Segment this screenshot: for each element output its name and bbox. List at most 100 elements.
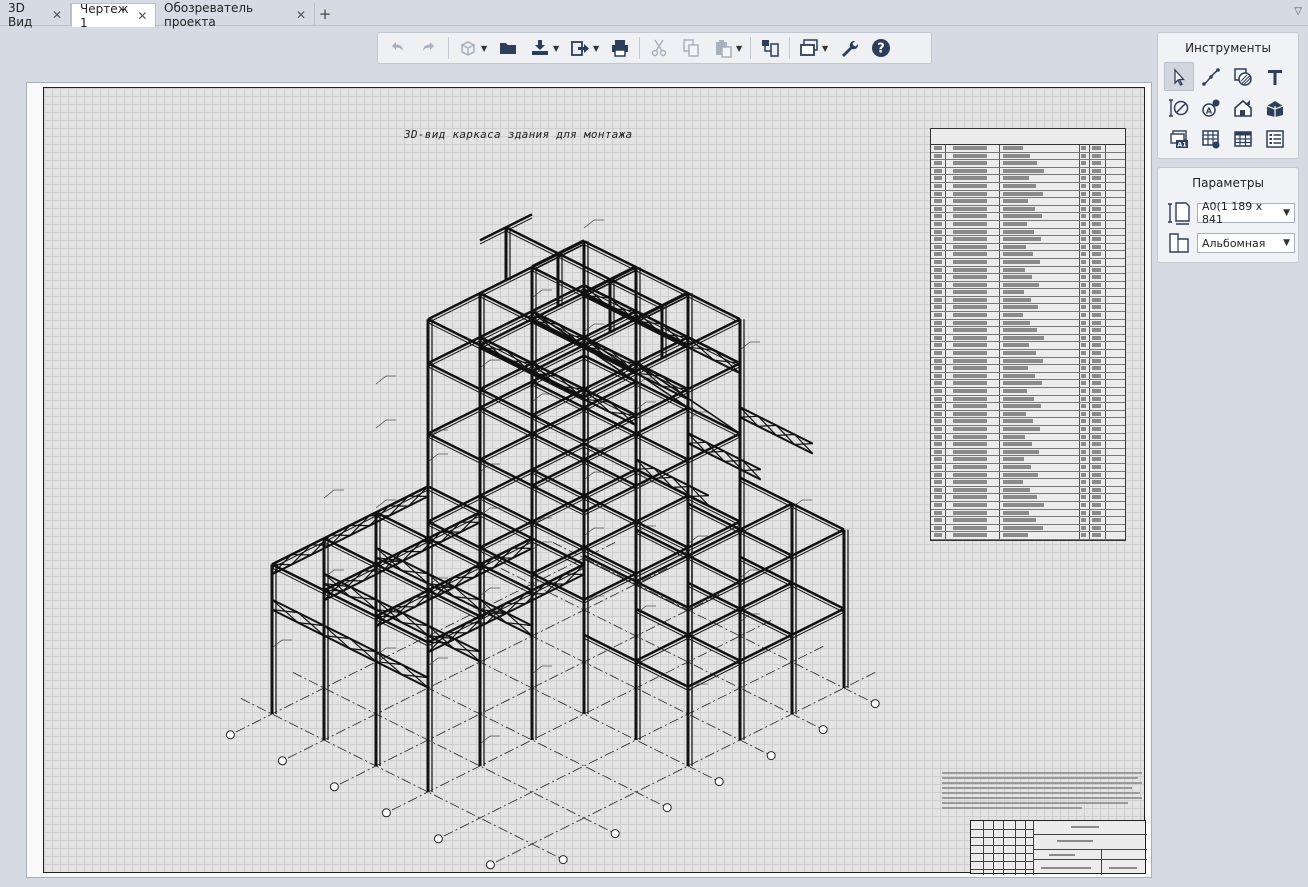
parameters-panel: Параметры A0(1 189 x 841 ▼ Альбомная ▼ [1157,167,1299,263]
spec-row [931,182,1125,191]
table-icon[interactable] [1228,124,1258,153]
spec-row [931,365,1125,373]
section-view-icon[interactable] [1228,93,1258,122]
label-icon[interactable]: A1 [1164,124,1194,153]
spec-row [931,357,1125,366]
tab-project-explorer[interactable]: Обозреватель проекта ✕ [156,0,315,29]
spec-row [931,220,1125,229]
toolbar-separator [448,37,449,59]
undo-icon[interactable] [384,35,410,61]
tab-3d-view[interactable]: 3D Вид ✕ [0,0,71,29]
sheet-format-select[interactable]: A0(1 189 x 841 ▼ [1197,200,1295,226]
spec-row [931,213,1125,221]
print-icon[interactable] [607,35,633,61]
spec-row [931,448,1125,457]
add-tab-button[interactable]: + [315,4,335,24]
spec-row [931,425,1125,434]
paste-icon[interactable] [710,35,736,61]
spec-row [931,327,1125,335]
spec-row [931,304,1125,313]
chevron-down-icon[interactable]: ▼ [481,44,489,53]
spec-grid [930,128,1126,541]
redo-icon[interactable] [416,35,442,61]
spec-row [931,266,1125,275]
tabs-menu-icon[interactable]: ▽ [1294,6,1302,17]
spec-row [931,395,1125,404]
spec-row [931,471,1125,480]
chevron-down-icon[interactable]: ▼ [593,44,601,53]
spec-row [931,160,1125,168]
tab-drawing-1[interactable]: Чертеж 1 ✕ [71,1,156,30]
spec-row [931,228,1125,237]
note-line [942,787,1132,789]
schedule-icon[interactable] [1196,124,1226,153]
drawing-sheet[interactable]: 3D-вид каркаса здания для монтажа [43,87,1147,875]
copy-icon[interactable] [678,35,704,61]
chevron-down-icon: ▼ [1283,238,1290,248]
spec-row [931,342,1125,351]
spec-row [931,205,1125,214]
spec-row [931,152,1125,161]
spec-row [931,372,1125,381]
cut-icon[interactable] [646,35,672,61]
note-line [942,797,1142,799]
text-icon[interactable] [1260,62,1290,91]
3d-view-insert-icon[interactable] [1260,93,1290,122]
spec-row [931,350,1125,358]
svg-text:?: ? [877,42,885,57]
spec-row [931,494,1125,502]
3d-view-icon[interactable] [455,35,481,61]
layout-icon[interactable] [757,35,783,61]
hatch-icon[interactable] [1228,62,1258,91]
spec-row [931,410,1125,419]
tab-label: Обозреватель проекта [164,0,254,29]
spec-row [931,198,1125,206]
callout-icon[interactable]: A [1196,93,1226,122]
sheet-format-value: A0(1 189 x 841 [1202,200,1263,226]
line-icon[interactable] [1196,62,1226,91]
spec-row [931,289,1125,297]
drawing-canvas[interactable]: 3D-вид каркаса здания для монтажа [26,82,1152,878]
spec-row [931,463,1125,472]
spec-row [931,145,1125,153]
spec-row [931,334,1125,343]
settings-wrench-icon[interactable] [836,35,862,61]
spec-row [931,501,1125,510]
spec-row [931,532,1125,540]
close-icon[interactable]: ✕ [52,8,62,22]
orientation-icon [1166,231,1192,255]
spec-row [931,486,1125,495]
spec-row [931,388,1125,396]
list-icon[interactable] [1260,124,1290,153]
select-icon[interactable] [1164,62,1194,91]
note-line [942,792,1140,794]
dimension-icon[interactable] [1164,93,1194,122]
tools-panel: Инструменты A A1 [1157,32,1299,159]
note-line [942,772,1142,774]
chevron-down-icon[interactable]: ▼ [553,44,561,53]
spec-row [931,517,1125,525]
sheets-icon[interactable] [796,35,822,61]
specification-table [930,120,1126,541]
spec-row [931,380,1125,388]
spec-row [931,274,1125,282]
spec-row [931,319,1125,328]
export-icon[interactable] [567,35,593,61]
orientation-select[interactable]: Альбомная ▼ [1197,233,1295,253]
note-line [942,802,1128,804]
note-line [942,782,1142,784]
chevron-down-icon[interactable]: ▼ [736,44,744,53]
open-folder-icon[interactable] [495,35,521,61]
tab-bar: 3D Вид ✕ Чертеж 1 ✕ Обозреватель проекта… [0,0,1308,30]
tab-label: 3D Вид [8,0,33,29]
close-icon[interactable]: ✕ [137,9,147,23]
tab-label: Чертеж 1 [80,1,129,30]
import-icon[interactable] [527,35,553,61]
help-icon[interactable]: ? [868,35,894,61]
spec-caption [930,120,1126,128]
parameters-panel-title: Параметры [1192,176,1264,190]
chevron-down-icon[interactable]: ▼ [822,44,830,53]
close-icon[interactable]: ✕ [296,8,306,22]
svg-text:A1: A1 [1177,140,1187,148]
spec-row [931,296,1125,305]
